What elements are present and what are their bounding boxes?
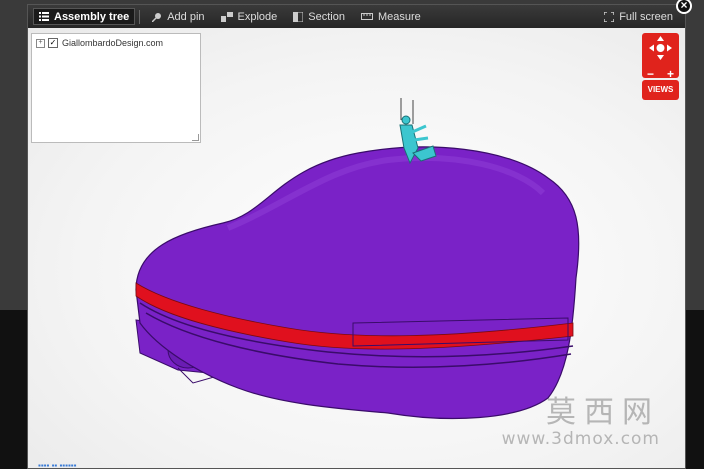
zoom-in-button[interactable]: + [667,68,674,80]
explode-icon [220,11,233,22]
measure-button[interactable]: Measure [353,5,429,28]
move-arrows-icon[interactable] [642,33,679,63]
assembly-tree-button[interactable]: Assembly tree [33,8,136,25]
add-pin-label: Add pin [167,10,205,23]
explode-button[interactable]: Explode [213,5,286,28]
expand-icon[interactable]: + [36,38,45,48]
section-button[interactable]: Section [285,5,353,28]
watermark-chinese: 莫西网 [546,395,660,430]
zoom-out-button[interactable]: − [647,68,654,80]
measure-label: Measure [378,10,421,23]
full-screen-button[interactable]: Full screen [596,5,685,28]
checkbox-checked-icon[interactable]: ✓ [48,38,58,48]
resize-grip-icon[interactable] [192,134,199,141]
assembly-tree-panel[interactable]: + ✓ GiallombardoDesign.com [31,33,201,143]
viewer-footer-link[interactable]: ▪▪▪▪ ▪▪ ▪▪▪▪▪▪ [38,461,76,468]
views-button[interactable]: VIEWS [642,80,679,100]
ruler-icon [361,13,373,20]
viewer-toolbar: Assembly tree Add pin Explode Section Me… [28,5,685,28]
explode-label: Explode [237,10,278,23]
navigation-pad[interactable]: − + [642,33,679,80]
assembly-tree-label: Assembly tree [54,10,130,23]
toolbar-divider [139,9,141,24]
tree-node-root[interactable]: + ✓ GiallombardoDesign.com [32,34,200,48]
list-icon [39,12,49,21]
add-pin-button[interactable]: Add pin [144,5,212,28]
expand-icon [604,11,615,22]
watermark-url: www.3dmox.com [501,429,660,449]
section-label: Section [308,10,345,23]
pin-icon [152,12,162,22]
tree-node-label: GiallombardoDesign.com [62,38,164,48]
full-screen-label: Full screen [619,10,673,23]
watermark: 莫西网 www.3dmox.com [485,395,660,450]
section-icon [293,11,304,22]
hull-body [135,146,580,420]
